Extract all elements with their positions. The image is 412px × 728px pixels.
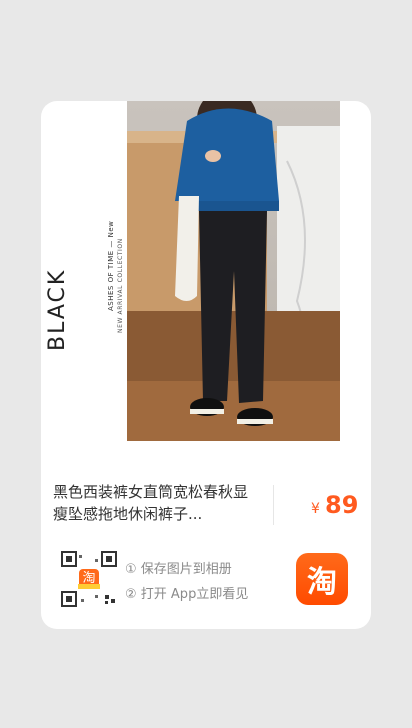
share-steps: ① 保存图片到相册 ② 打开 App立即看见	[125, 557, 248, 607]
taobao-glyph: 淘	[307, 565, 337, 600]
brand-text: BLACK	[45, 268, 70, 351]
currency-symbol: ¥	[311, 501, 320, 517]
tagline-text: ASHES OF TIME — New	[107, 220, 115, 311]
qr-code-icon: 淘	[61, 551, 117, 607]
step-save-image: ① 保存图片到相册	[125, 562, 232, 577]
product-info: 黑色西装裤女直筒宽松春秋显瘦坠感拖地休闲裤子... ¥ 89	[53, 481, 359, 529]
divider	[273, 485, 274, 525]
qr-badge-text: 淘	[82, 571, 95, 586]
collection-text: NEW ARRIVAL COLLECTION	[117, 238, 124, 333]
model-illustration	[127, 101, 340, 441]
product-title[interactable]: 黑色西装裤女直筒宽松春秋显瘦坠感拖地休闲裤子...	[53, 481, 248, 525]
qr-code[interactable]: 淘	[61, 551, 117, 607]
product-image-area[interactable]: BLACK ASHES OF TIME — New NEW ARRIVAL CO…	[41, 101, 371, 446]
taobao-app-icon[interactable]: 淘	[296, 553, 348, 605]
share-card: BLACK ASHES OF TIME — New NEW ARRIVAL CO…	[41, 101, 371, 629]
product-price: ¥ 89	[311, 491, 358, 519]
price-value: 89	[325, 491, 359, 519]
product-photo[interactable]	[127, 101, 340, 441]
share-footer: 淘 ① 保存图片到相册 ② 打开 App立即看见 淘	[41, 549, 371, 609]
step-open-app: ② 打开 App立即看见	[125, 587, 249, 602]
image-side-text: BLACK ASHES OF TIME — New NEW ARRIVAL CO…	[45, 101, 124, 441]
